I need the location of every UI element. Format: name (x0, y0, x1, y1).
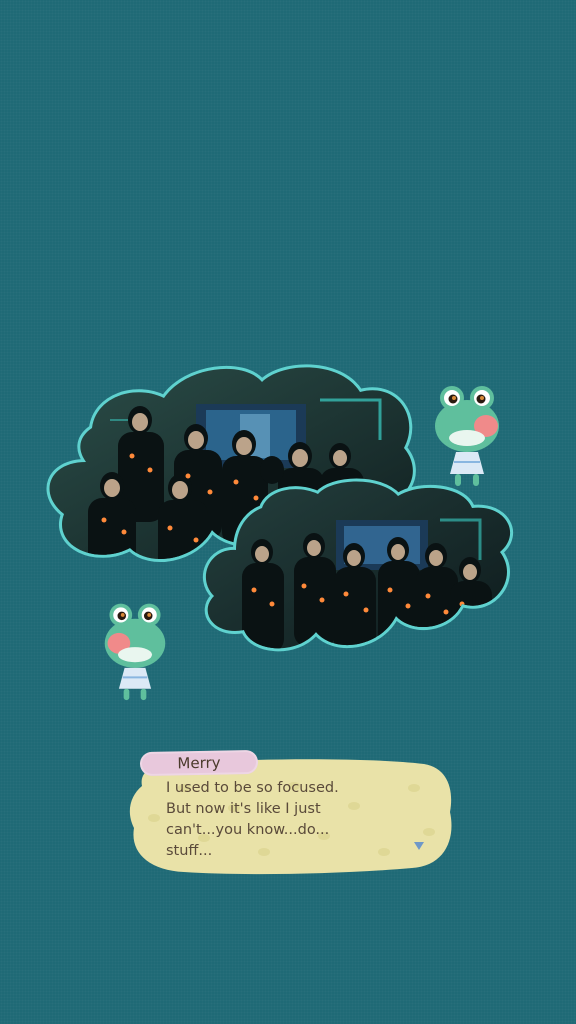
speaker-name-tag: Merry (139, 749, 259, 777)
dialog-message: I used to be so focused. But now it's li… (166, 778, 426, 862)
continue-arrow-icon[interactable] (414, 842, 424, 850)
dialog-line: can't...you know...do... (166, 822, 330, 838)
frog-villager-icon (104, 603, 166, 701)
dialog-line: But now it's like I just (166, 801, 321, 817)
speaker-name: Merry (177, 753, 221, 773)
dialog-line: I used to be so focused. (166, 780, 339, 796)
dialog-line: stuff... (166, 843, 213, 859)
frog-villager-icon (435, 386, 499, 486)
